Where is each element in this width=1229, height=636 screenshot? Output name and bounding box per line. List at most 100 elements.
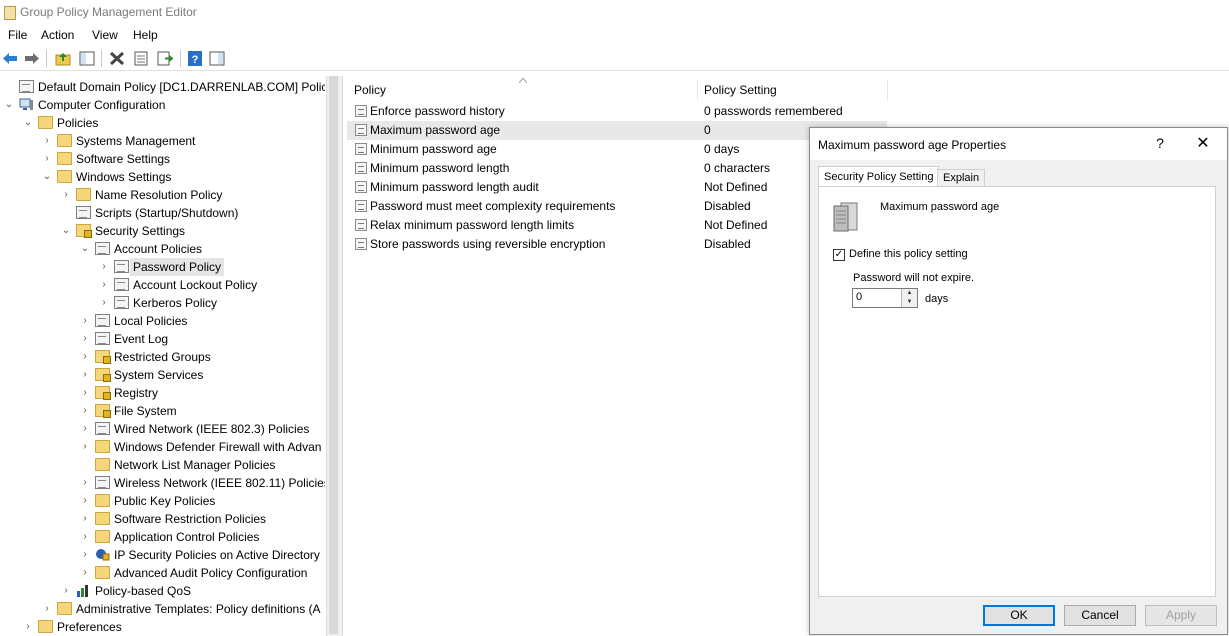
tree-node-label[interactable]: Policy-based QoS bbox=[95, 582, 191, 600]
policy-row[interactable]: Minimum password length 0 characters bbox=[347, 159, 887, 178]
expand-chevron-icon[interactable]: › bbox=[80, 510, 90, 528]
tree-node[interactable]: › Password Policy bbox=[0, 258, 325, 276]
tree-node-label[interactable]: IP Security Policies on Active Directory bbox=[114, 546, 320, 564]
policy-row[interactable]: Minimum password age 0 days bbox=[347, 140, 887, 159]
tree-node[interactable]: Default Domain Policy [DC1.DARRENLAB.COM… bbox=[0, 78, 325, 96]
policy-row[interactable]: Store passwords using reversible encrypt… bbox=[347, 235, 887, 254]
policy-row[interactable]: Password must meet complexity requiremen… bbox=[347, 197, 887, 216]
apply-button[interactable]: Apply bbox=[1145, 605, 1217, 626]
tree-node[interactable]: › Software Restriction Policies bbox=[0, 510, 325, 528]
ok-button[interactable]: OK bbox=[983, 605, 1055, 626]
forward-arrow-icon[interactable] bbox=[24, 51, 40, 66]
tree-node[interactable]: Scripts (Startup/Shutdown) bbox=[0, 204, 325, 222]
policy-row[interactable]: Relax minimum password length limits Not … bbox=[347, 216, 887, 235]
properties-icon[interactable] bbox=[133, 51, 149, 66]
expand-chevron-icon[interactable]: › bbox=[80, 312, 90, 330]
expand-chevron-icon[interactable]: › bbox=[80, 348, 90, 366]
tree-node-label[interactable]: System Services bbox=[114, 366, 203, 384]
expand-chevron-icon[interactable]: › bbox=[80, 546, 90, 564]
expand-chevron-icon[interactable]: › bbox=[80, 384, 90, 402]
export-list-icon[interactable] bbox=[157, 51, 173, 66]
tree-node-label[interactable]: Computer Configuration bbox=[38, 96, 165, 114]
collapse-chevron-icon[interactable]: ⌄ bbox=[80, 240, 90, 258]
up-folder-icon[interactable] bbox=[55, 51, 71, 66]
tree-node-label[interactable]: Policies bbox=[57, 114, 98, 132]
collapse-chevron-icon[interactable]: ⌄ bbox=[4, 96, 14, 114]
define-policy-checkbox[interactable]: ✓ bbox=[833, 249, 845, 261]
tree-node-label[interactable]: Windows Settings bbox=[76, 168, 171, 186]
tree-node[interactable]: › Local Policies bbox=[0, 312, 325, 330]
tree-node[interactable]: ⌄ Windows Settings bbox=[0, 168, 325, 186]
expand-chevron-icon[interactable]: › bbox=[80, 420, 90, 438]
tree-node-label[interactable]: File System bbox=[114, 402, 177, 420]
show-hide-tree-icon[interactable] bbox=[79, 51, 95, 66]
tree-node[interactable]: ⌄ Account Policies bbox=[0, 240, 325, 258]
spin-down-button[interactable]: ▼ bbox=[901, 298, 917, 307]
collapse-chevron-icon[interactable]: ⌄ bbox=[61, 222, 71, 240]
tree-node[interactable]: › Wireless Network (IEEE 802.11) Policies bbox=[0, 474, 325, 492]
tree-node[interactable]: › IP Security Policies on Active Director… bbox=[0, 546, 325, 564]
show-action-pane-icon[interactable] bbox=[209, 51, 225, 66]
tree-node[interactable]: › Registry bbox=[0, 384, 325, 402]
column-divider[interactable] bbox=[887, 80, 888, 100]
expand-chevron-icon[interactable]: › bbox=[99, 258, 109, 276]
tree-node-label[interactable]: Software Settings bbox=[76, 150, 170, 168]
tree-node-label[interactable]: Preferences bbox=[57, 618, 122, 636]
tree-node-label[interactable]: Password Policy bbox=[130, 258, 225, 276]
collapse-chevron-icon[interactable]: ⌄ bbox=[42, 168, 52, 186]
tree-node[interactable]: Network List Manager Policies bbox=[0, 456, 325, 474]
tree-node-label[interactable]: Advanced Audit Policy Configuration bbox=[114, 564, 307, 582]
delete-icon[interactable] bbox=[109, 51, 125, 66]
tree-node-label[interactable]: Name Resolution Policy bbox=[95, 186, 222, 204]
tree-node-label[interactable]: Wireless Network (IEEE 802.11) Policies bbox=[114, 474, 325, 492]
menu-help[interactable]: Help bbox=[133, 28, 158, 42]
tree-node[interactable]: ⌄ Security Settings bbox=[0, 222, 325, 240]
tree-node-label[interactable]: Network List Manager Policies bbox=[114, 456, 275, 474]
tree-node[interactable]: › Advanced Audit Policy Configuration bbox=[0, 564, 325, 582]
tree-node[interactable]: › Preferences bbox=[0, 618, 325, 636]
tree-node[interactable]: ⌄ Computer Configuration bbox=[0, 96, 325, 114]
collapse-chevron-icon[interactable]: ⌄ bbox=[23, 114, 33, 132]
tree-node-label[interactable]: Software Restriction Policies bbox=[114, 510, 266, 528]
days-spinbox[interactable]: 0 ▲ ▼ bbox=[852, 288, 918, 308]
tree-node[interactable]: › Software Settings bbox=[0, 150, 325, 168]
tree-node-label[interactable]: Public Key Policies bbox=[114, 492, 215, 510]
tree-node-label[interactable]: Registry bbox=[114, 384, 158, 402]
tree-node[interactable]: › Restricted Groups bbox=[0, 348, 325, 366]
expand-chevron-icon[interactable]: › bbox=[80, 474, 90, 492]
tree-node-label[interactable]: Security Settings bbox=[95, 222, 185, 240]
tree-node[interactable]: › File System bbox=[0, 402, 325, 420]
expand-chevron-icon[interactable]: › bbox=[61, 582, 71, 600]
tree-node-label[interactable]: Application Control Policies bbox=[114, 528, 259, 546]
menu-action[interactable]: Action bbox=[41, 28, 74, 42]
tree-node-label[interactable]: Kerberos Policy bbox=[133, 294, 217, 312]
tree-node[interactable]: › Public Key Policies bbox=[0, 492, 325, 510]
back-arrow-icon[interactable] bbox=[2, 51, 18, 66]
dialog-title-bar[interactable]: Maximum password age Properties ? ✕ bbox=[810, 128, 1227, 160]
policy-row[interactable]: Enforce password history 0 passwords reme… bbox=[347, 102, 887, 121]
expand-chevron-icon[interactable]: › bbox=[80, 330, 90, 348]
tree-node[interactable]: › Systems Management bbox=[0, 132, 325, 150]
expand-chevron-icon[interactable]: › bbox=[80, 366, 90, 384]
tree-node-label[interactable]: Scripts (Startup/Shutdown) bbox=[95, 204, 238, 222]
expand-chevron-icon[interactable]: › bbox=[42, 150, 52, 168]
help-icon[interactable]: ? bbox=[187, 51, 203, 66]
tree-node-label[interactable]: Account Policies bbox=[114, 240, 202, 258]
column-divider[interactable] bbox=[697, 80, 698, 100]
tree-node-label[interactable]: Event Log bbox=[114, 330, 168, 348]
tree-node-label[interactable]: Account Lockout Policy bbox=[133, 276, 257, 294]
menu-file[interactable]: File bbox=[8, 28, 27, 42]
expand-chevron-icon[interactable]: › bbox=[80, 438, 90, 456]
expand-chevron-icon[interactable]: › bbox=[61, 186, 71, 204]
expand-chevron-icon[interactable]: › bbox=[42, 600, 52, 618]
days-value[interactable]: 0 bbox=[856, 291, 862, 303]
tree-scrollbar-thumb[interactable] bbox=[329, 76, 338, 634]
tree-node[interactable]: › Event Log bbox=[0, 330, 325, 348]
tree-node-label[interactable]: Local Policies bbox=[114, 312, 187, 330]
menu-view[interactable]: View bbox=[92, 28, 118, 42]
tree-node-label[interactable]: Windows Defender Firewall with Advan bbox=[114, 438, 321, 456]
expand-chevron-icon[interactable]: › bbox=[80, 564, 90, 582]
expand-chevron-icon[interactable]: › bbox=[99, 294, 109, 312]
tree-node[interactable]: › Kerberos Policy bbox=[0, 294, 325, 312]
tree-node[interactable]: › Wired Network (IEEE 802.3) Policies bbox=[0, 420, 325, 438]
